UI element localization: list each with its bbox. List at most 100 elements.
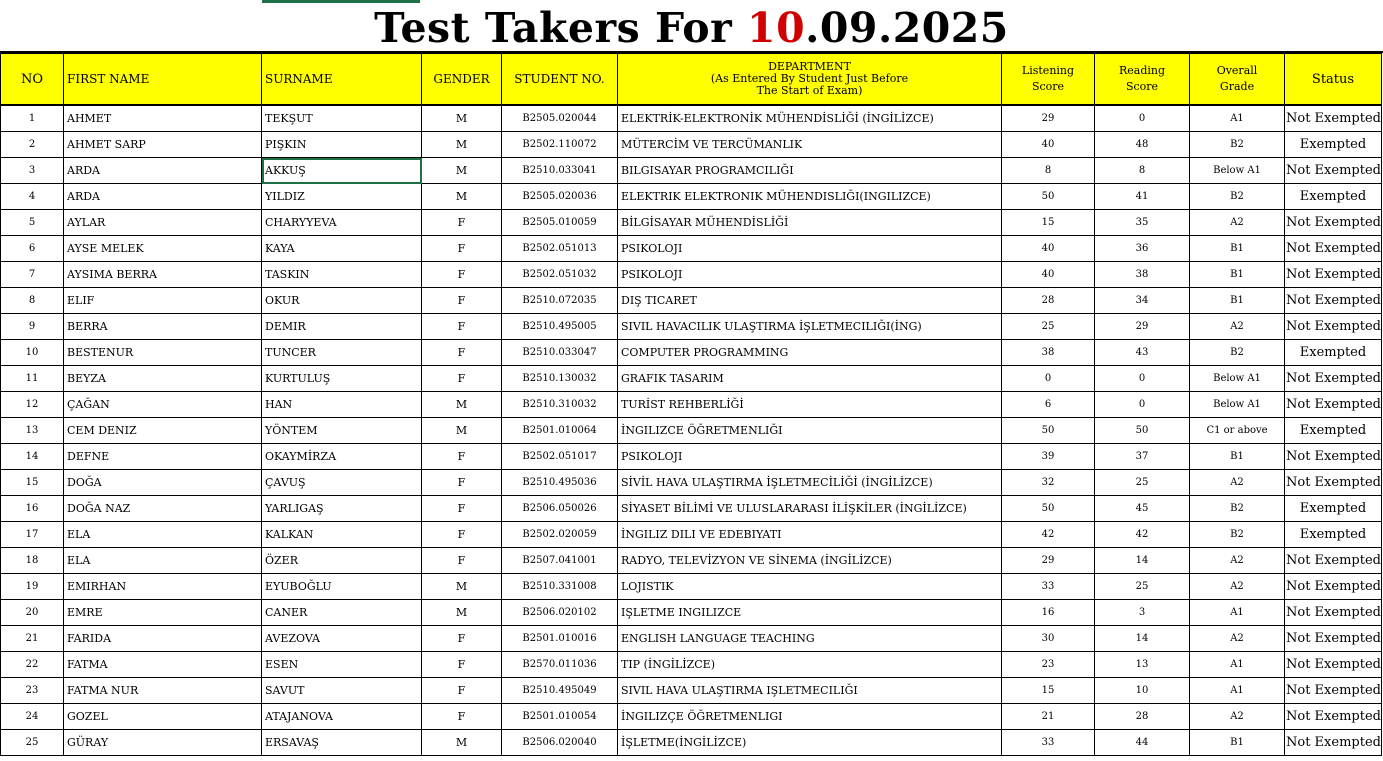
cell-overall-grade[interactable]: Below A1 (1189, 365, 1285, 392)
cell-gender[interactable]: F (421, 469, 502, 496)
cell-gender[interactable]: F (421, 313, 502, 340)
cell-overall-grade[interactable]: A2 (1189, 625, 1285, 652)
cell-listening-score[interactable]: 33 (1001, 729, 1095, 756)
cell-listening-score[interactable]: 28 (1001, 287, 1095, 314)
cell-status[interactable]: Exempted (1284, 131, 1382, 158)
cell-listening-score[interactable]: 40 (1001, 261, 1095, 288)
cell-first-name[interactable]: FATMA (63, 651, 262, 678)
cell-no[interactable]: 20 (0, 599, 64, 626)
header-student-no[interactable]: STUDENT NO. (501, 53, 618, 106)
cell-listening-score[interactable]: 15 (1001, 209, 1095, 236)
cell-first-name[interactable]: AYSE MELEK (63, 235, 262, 262)
cell-overall-grade[interactable]: B2 (1189, 521, 1285, 548)
cell-department[interactable]: TURİST REHBERLİĞİ (617, 391, 1002, 418)
cell-surname[interactable]: ÇAVUŞ (261, 469, 422, 496)
cell-gender[interactable]: F (421, 339, 502, 366)
title-row[interactable]: Test Takers For 10.09.2025 (0, 4, 1383, 53)
cell-department[interactable]: İŞLETME(İNGİLİZCE) (617, 729, 1002, 756)
cell-no[interactable]: 17 (0, 521, 64, 548)
cell-status[interactable]: Not Exempted (1284, 625, 1382, 652)
cell-no[interactable]: 22 (0, 651, 64, 678)
cell-surname[interactable]: SAVUT (261, 677, 422, 704)
cell-status[interactable]: Not Exempted (1284, 677, 1382, 704)
cell-overall-grade[interactable]: Below A1 (1189, 157, 1285, 184)
cell-first-name[interactable]: GOZEL (63, 703, 262, 730)
cell-reading-score[interactable]: 13 (1094, 651, 1190, 678)
cell-status[interactable]: Not Exempted (1284, 157, 1382, 184)
cell-reading-score[interactable]: 48 (1094, 131, 1190, 158)
cell-status[interactable]: Exempted (1284, 495, 1382, 522)
cell-reading-score[interactable]: 0 (1094, 104, 1190, 132)
cell-overall-grade[interactable]: B2 (1189, 131, 1285, 158)
cell-student-no[interactable]: B2502.110072 (501, 131, 618, 158)
cell-reading-score[interactable]: 28 (1094, 703, 1190, 730)
cell-student-no[interactable]: B2510.495049 (501, 677, 618, 704)
cell-gender[interactable]: F (421, 651, 502, 678)
cell-department[interactable]: IŞLETME INGILIZCE (617, 599, 1002, 626)
cell-first-name[interactable]: BESTENUR (63, 339, 262, 366)
cell-department[interactable]: DIŞ TICARET (617, 287, 1002, 314)
cell-student-no[interactable]: B2501.010054 (501, 703, 618, 730)
cell-student-no[interactable]: B2502.020059 (501, 521, 618, 548)
cell-student-no[interactable]: B2510.033047 (501, 339, 618, 366)
cell-student-no[interactable]: B2506.020102 (501, 599, 618, 626)
cell-overall-grade[interactable]: A1 (1189, 599, 1285, 626)
cell-gender[interactable]: F (421, 521, 502, 548)
cell-gender[interactable]: F (421, 677, 502, 704)
header-no[interactable]: NO (0, 53, 64, 106)
cell-listening-score[interactable]: 16 (1001, 599, 1095, 626)
cell-no[interactable]: 14 (0, 443, 64, 470)
cell-no[interactable]: 19 (0, 573, 64, 600)
cell-surname[interactable]: ESEN (261, 651, 422, 678)
cell-first-name[interactable]: AYSIMA BERRA (63, 261, 262, 288)
cell-surname[interactable]: HAN (261, 391, 422, 418)
cell-overall-grade[interactable]: B1 (1189, 261, 1285, 288)
cell-department[interactable]: SİYASET BİLİMİ VE ULUSLARARASI İLİŞKİLER… (617, 495, 1002, 522)
cell-gender[interactable]: M (421, 573, 502, 600)
cell-listening-score[interactable]: 39 (1001, 443, 1095, 470)
cell-reading-score[interactable]: 29 (1094, 313, 1190, 340)
cell-student-no[interactable]: B2506.020040 (501, 729, 618, 756)
cell-gender[interactable]: M (421, 104, 502, 132)
cell-listening-score[interactable]: 0 (1001, 365, 1095, 392)
cell-first-name[interactable]: EMIRHAN (63, 573, 262, 600)
cell-first-name[interactable]: FATMA NUR (63, 677, 262, 704)
cell-status[interactable]: Not Exempted (1284, 365, 1382, 392)
cell-surname[interactable]: OKAYMİRZA (261, 443, 422, 470)
cell-overall-grade[interactable]: B1 (1189, 235, 1285, 262)
cell-department[interactable]: PSIKOLOJI (617, 261, 1002, 288)
cell-department[interactable]: COMPUTER PROGRAMMING (617, 339, 1002, 366)
cell-overall-grade[interactable]: A2 (1189, 703, 1285, 730)
cell-student-no[interactable]: B2510.495005 (501, 313, 618, 340)
cell-listening-score[interactable]: 50 (1001, 495, 1095, 522)
cell-gender[interactable]: M (421, 391, 502, 418)
cell-first-name[interactable]: DOĞA NAZ (63, 495, 262, 522)
cell-overall-grade[interactable]: A1 (1189, 677, 1285, 704)
cell-student-no[interactable]: B2506.050026 (501, 495, 618, 522)
cell-surname[interactable]: EYUBOĞLU (261, 573, 422, 600)
cell-first-name[interactable]: DEFNE (63, 443, 262, 470)
cell-status[interactable]: Exempted (1284, 417, 1382, 444)
cell-no[interactable]: 10 (0, 339, 64, 366)
cell-gender[interactable]: F (421, 625, 502, 652)
cell-overall-grade[interactable]: A2 (1189, 573, 1285, 600)
cell-gender[interactable]: M (421, 599, 502, 626)
cell-no[interactable]: 13 (0, 417, 64, 444)
cell-gender[interactable]: F (421, 495, 502, 522)
cell-gender[interactable]: M (421, 417, 502, 444)
cell-student-no[interactable]: B2502.051013 (501, 235, 618, 262)
cell-listening-score[interactable]: 33 (1001, 573, 1095, 600)
cell-department[interactable]: ELEKTRİK-ELEKTRONİK MÜHENDİSLİĞİ (İNGİLİ… (617, 104, 1002, 132)
cell-listening-score[interactable]: 15 (1001, 677, 1095, 704)
header-status[interactable]: Status (1284, 53, 1382, 106)
cell-no[interactable]: 16 (0, 495, 64, 522)
cell-no[interactable]: 9 (0, 313, 64, 340)
cell-reading-score[interactable]: 45 (1094, 495, 1190, 522)
cell-no[interactable]: 11 (0, 365, 64, 392)
cell-student-no[interactable]: B2507.041001 (501, 547, 618, 574)
cell-department[interactable]: MÜTERCİM VE TERCÜMANLIK (617, 131, 1002, 158)
cell-reading-score[interactable]: 3 (1094, 599, 1190, 626)
cell-overall-grade[interactable]: B1 (1189, 443, 1285, 470)
cell-gender[interactable]: M (421, 131, 502, 158)
cell-status[interactable]: Not Exempted (1284, 651, 1382, 678)
